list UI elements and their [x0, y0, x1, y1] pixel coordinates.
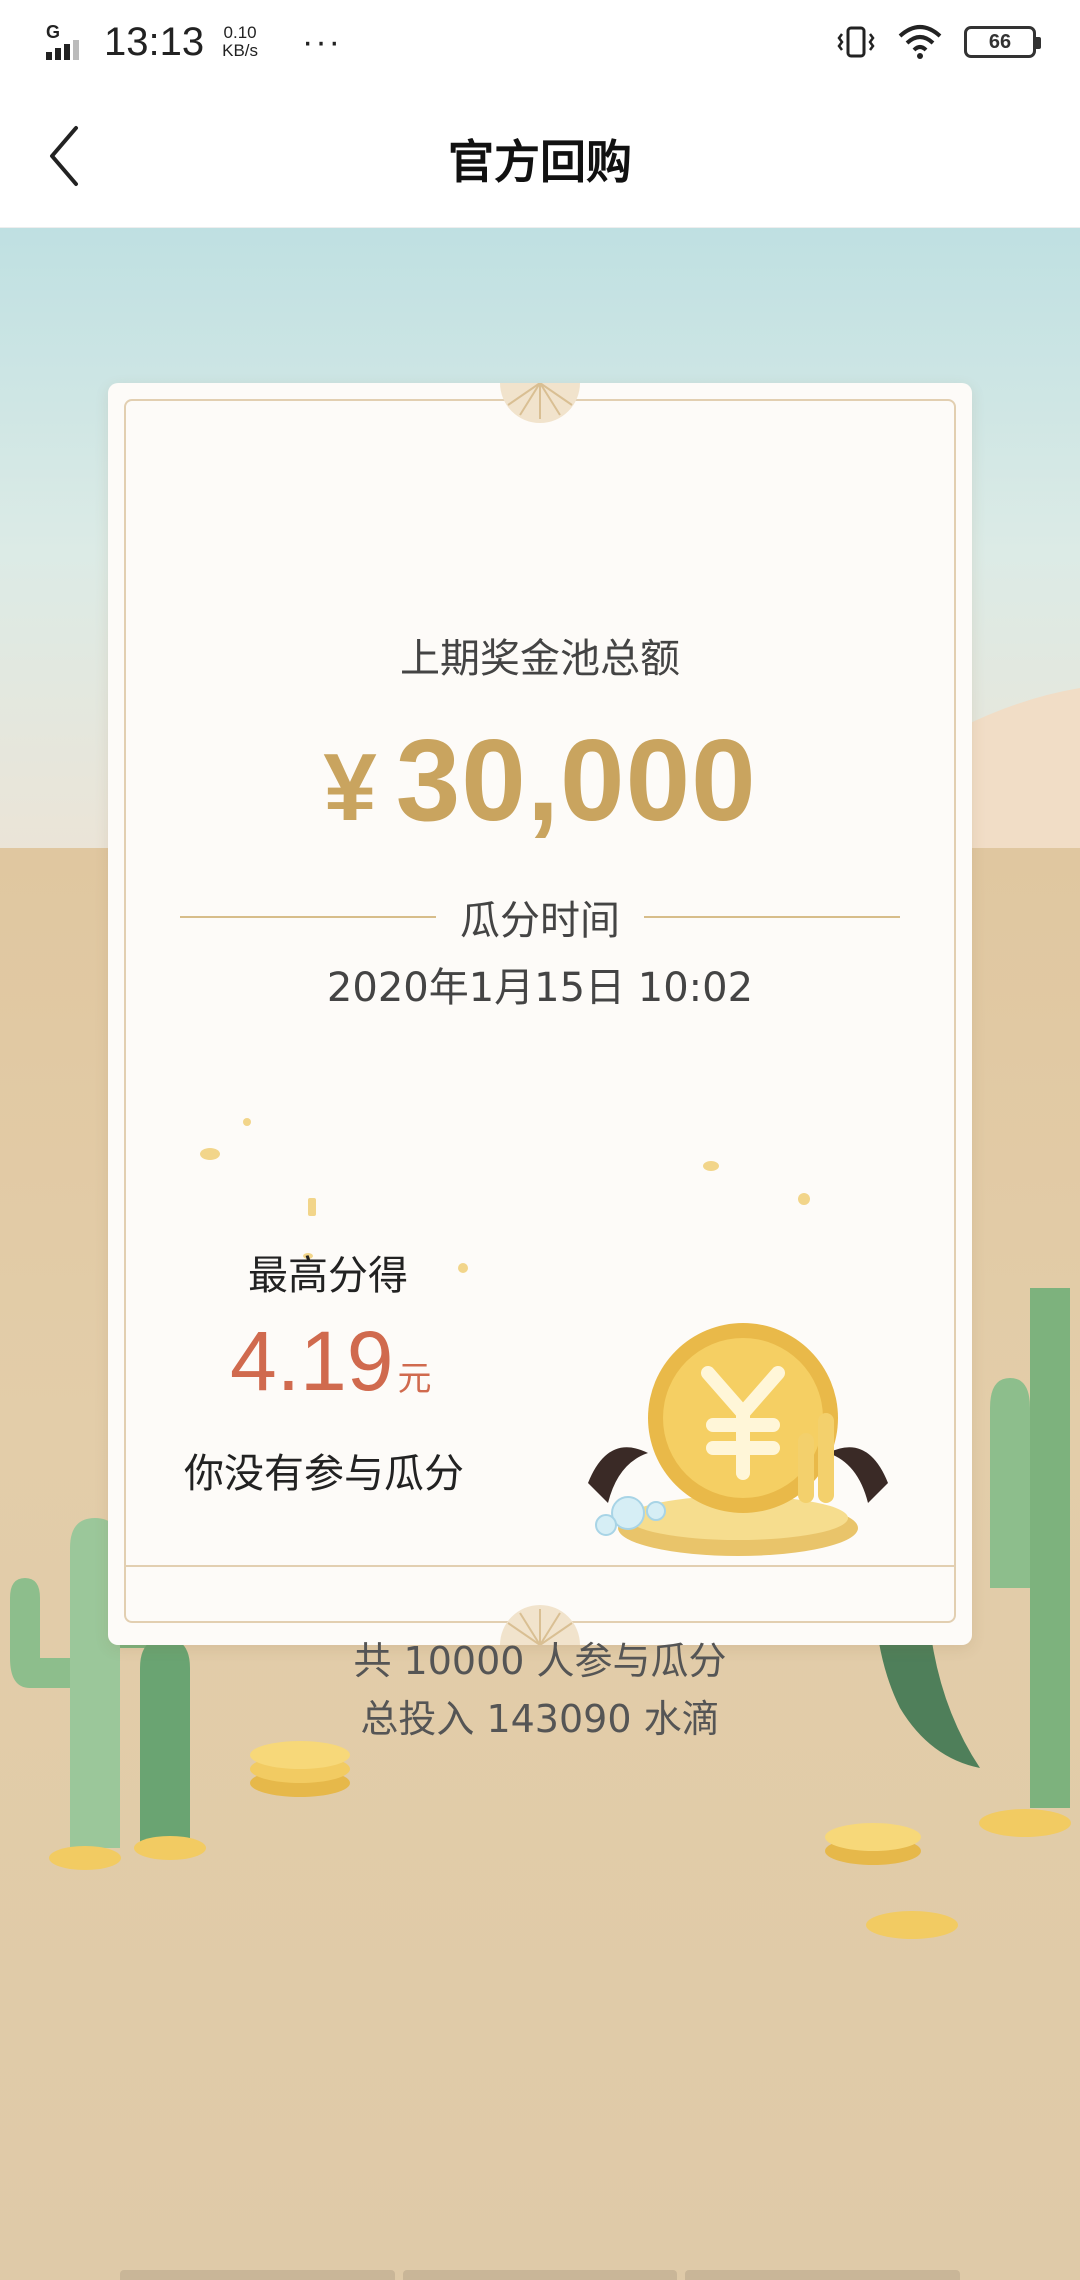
wifi-icon	[898, 25, 942, 59]
network-speed: 0.10 KB/s	[222, 23, 259, 60]
participants-count: 共 10000 人参与瓜分	[353, 1639, 727, 1683]
split-time-divider: 瓜分时间	[180, 888, 900, 946]
coin-stack-icon	[825, 1823, 921, 1865]
sunburst-top-icon	[500, 383, 580, 423]
participation-status: 你没有参与瓜分	[184, 1451, 464, 1497]
gold-coin-illustration	[588, 1323, 888, 1556]
coin-icon	[866, 1911, 958, 1939]
more-notifications-icon: ···	[302, 22, 342, 61]
max-share-value: 4.19 元	[230, 1314, 432, 1408]
status-bar: G 13:13 0.10 KB/s ··· 66	[0, 0, 1080, 84]
coin-icon	[979, 1809, 1071, 1837]
pool-amount: ¥30,000	[323, 715, 757, 845]
max-share-label: 最高分得	[248, 1253, 408, 1299]
coin-icon	[134, 1836, 206, 1860]
vibrate-icon	[837, 26, 875, 58]
signal-icon: G	[44, 22, 90, 62]
battery-icon: 66	[964, 26, 1041, 58]
buyback-card: 上期奖金池总额 ¥30,000 瓜分时间 2020年1月15日 10:02 最高…	[108, 383, 972, 1741]
status-time: 13:13	[104, 19, 205, 64]
split-time-value: 2020年1月15日 10:02	[326, 965, 754, 1011]
page-title: 官方回购	[448, 135, 632, 189]
pool-label: 上期奖金池总额	[400, 636, 680, 682]
split-time-label: 瓜分时间	[460, 898, 620, 944]
coin-icon	[49, 1846, 121, 1870]
total-input: 总投入 143090 水滴	[360, 1697, 720, 1741]
nav-bar: 官方回购	[0, 84, 1080, 228]
bottom-tab-indicators	[120, 2270, 961, 2280]
desert-scene: 上期奖金池总额 ¥30,000 瓜分时间 2020年1月15日 10:02 最高…	[0, 228, 1080, 2280]
card-separator	[126, 1565, 954, 1567]
